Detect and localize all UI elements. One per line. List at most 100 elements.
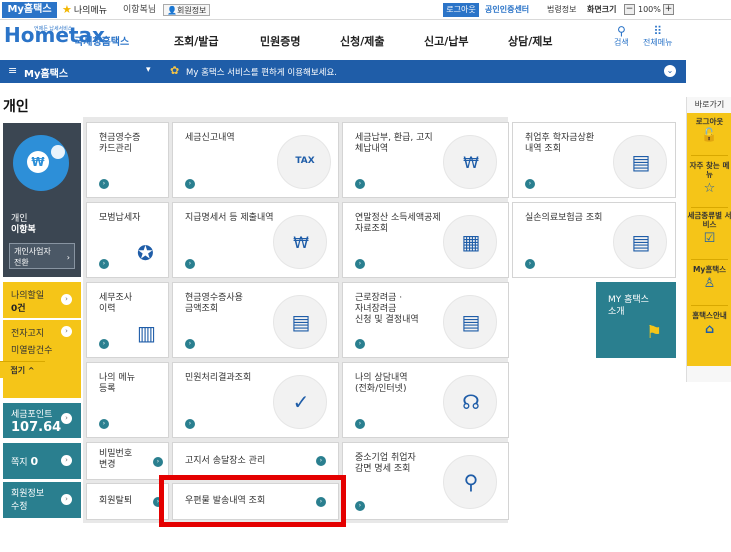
quick-tax-services[interactable]: 세금종류별 서비스 ☑ bbox=[687, 211, 731, 246]
tile-label: 실손의료보험금 조회 bbox=[525, 213, 603, 223]
quick-menu-header: 바로가기 bbox=[694, 100, 725, 109]
tile-year-end-deduction[interactable]: 연말정산 소득세액공제 자료조회 › ▦ bbox=[342, 202, 509, 278]
tile-model-taxpayer[interactable]: 모범납세자 › ✪ bbox=[86, 202, 169, 278]
chevron-right-icon: › bbox=[66, 253, 70, 262]
open-book-icon: ▤ bbox=[443, 295, 497, 349]
legal-info-link[interactable]: 법령정보 bbox=[547, 3, 576, 17]
dropdown-arrow-icon[interactable]: ▾ bbox=[146, 65, 151, 75]
star-icon: ★ bbox=[62, 3, 72, 16]
profile-card: ₩ 개인 이항복 개인사업자 전환 › bbox=[3, 123, 81, 277]
tile-cash-receipt-amount[interactable]: 현금영수증사용 금액조회 › ▤ bbox=[172, 282, 339, 358]
medal-icon: ✪ bbox=[137, 241, 154, 265]
tile-withdraw-membership[interactable]: 회원탈퇴 › bbox=[86, 483, 169, 520]
tile-label: 비밀번호 변경 bbox=[99, 449, 133, 470]
tile-label: 세무조사 이력 bbox=[99, 293, 133, 314]
tile-payment-statement[interactable]: 지급명세서 등 제출내역 › ₩ bbox=[172, 202, 339, 278]
tile-earned-income-credit[interactable]: 근로장려금 · 자녀장려금 신청 및 결정내역 › ▤ bbox=[342, 282, 509, 358]
tax-points-box[interactable]: 세금포인트 107.64 › bbox=[3, 403, 81, 438]
tile-register-my-menu[interactable]: 나의 메뉴 등록 › bbox=[86, 362, 169, 438]
nav-report-pay[interactable]: 신고/납부 bbox=[424, 33, 469, 49]
e-bill-box[interactable]: 전자고지 미열람건수 0 건 › bbox=[3, 320, 81, 398]
todo-box[interactable]: 나의할일 0건 › bbox=[3, 282, 81, 318]
chevron-right-icon: › bbox=[185, 419, 195, 429]
tile-cash-receipt-card[interactable]: 현금영수증 카드관리 › bbox=[86, 122, 169, 198]
cert-center-link[interactable]: 공인인증센터 bbox=[485, 3, 529, 17]
checkbox-icon: ☑ bbox=[703, 231, 716, 246]
zoom-label: 화면크기 bbox=[587, 5, 617, 14]
member-edit-box[interactable]: 회원정보 수정 › bbox=[3, 482, 81, 518]
quick-hometax-guide[interactable]: 홈택스안내 ⌂ bbox=[687, 311, 731, 337]
main-header: Hometax 언제든 납세서비스 국세청홈택스 조회/발급 민원증명 신청/제… bbox=[0, 21, 731, 59]
nav-consult[interactable]: 상담/제보 bbox=[508, 33, 553, 49]
open-book-icon: ▤ bbox=[613, 135, 667, 189]
quick-logout[interactable]: 로그아웃 🔓 bbox=[687, 117, 731, 143]
won-document-icon: ₩ bbox=[273, 215, 327, 269]
won-coin-icon: ₩ bbox=[27, 151, 49, 173]
zoom-out-button[interactable]: − bbox=[624, 4, 635, 15]
notes-box[interactable]: 쪽지 0 › bbox=[3, 443, 81, 479]
logout-button[interactable]: 로그아웃 bbox=[443, 3, 479, 17]
zoom-value: 100% bbox=[638, 5, 661, 14]
user-name: 이항복님 bbox=[123, 5, 157, 15]
tile-civil-result[interactable]: 민원처리결과조회 › ✓ bbox=[172, 362, 339, 438]
quick-menu-body: 로그아웃 🔓 자주 찾는 메뉴 ☆ 세금종류별 서비스 ☑ My홈택스 ♙ 홈택스안내 ⌂ bbox=[687, 113, 731, 366]
nav-application[interactable]: 신청/제출 bbox=[340, 33, 385, 49]
search-button[interactable]: ⚲ 검색 bbox=[614, 25, 629, 48]
chevron-right-icon: › bbox=[99, 179, 109, 189]
tile-tax-audit-history[interactable]: 세무조사 이력 › ▥ bbox=[86, 282, 169, 358]
chevron-right-icon: › bbox=[61, 455, 72, 466]
tile-label: 중소기업 취업자 감면 명세 조회 bbox=[355, 453, 416, 474]
switch-btn-line1: 개인사업자 bbox=[14, 247, 51, 256]
tile-label: 취업후 학자금상환 내역 조회 bbox=[525, 133, 595, 154]
home-icon: ⌂ bbox=[704, 322, 715, 337]
chevron-right-icon: › bbox=[355, 501, 365, 511]
switch-business-button[interactable]: 개인사업자 전환 › bbox=[9, 243, 75, 269]
profile-name: 이항복 bbox=[11, 225, 36, 235]
tile-label: 회원탈퇴 bbox=[99, 496, 133, 506]
tile-my-hometax-intro[interactable]: MY 홈택스 소개 ⚑ bbox=[596, 282, 676, 358]
chevron-down-icon[interactable]: ⌄ bbox=[664, 65, 676, 77]
receipt-icon: ▤ bbox=[273, 295, 327, 349]
grid-icon: ⠿ bbox=[653, 24, 663, 38]
search-icon: ⚲ bbox=[616, 24, 626, 38]
chevron-right-icon: › bbox=[61, 326, 72, 337]
tile-label: 나의 메뉴 등록 bbox=[99, 373, 135, 394]
page-title: 개인 bbox=[3, 99, 29, 115]
chevron-right-icon: › bbox=[61, 494, 72, 505]
tile-sme-reduction[interactable]: 중소기업 취업자 감면 명세 조회 › ⚲ bbox=[342, 442, 509, 520]
tile-change-password[interactable]: 비밀번호 변경 › bbox=[86, 442, 169, 480]
chevron-right-icon: › bbox=[99, 419, 109, 429]
tile-label: 연말정산 소득세액공제 자료조회 bbox=[355, 213, 441, 234]
tile-tax-filing-history[interactable]: 세금신고내역 › TAX bbox=[172, 122, 339, 198]
tile-label: 현금영수증 카드관리 bbox=[99, 133, 141, 154]
quick-frequent-menu[interactable]: 자주 찾는 메뉴 ☆ bbox=[687, 161, 731, 196]
nav-inquiry[interactable]: 조회/발급 bbox=[174, 33, 219, 49]
tile-medical-insurance[interactable]: 실손의료보험금 조회 › ▤ bbox=[512, 202, 676, 278]
all-menu-button[interactable]: ⠿ 전체메뉴 bbox=[643, 25, 672, 48]
switch-btn-line2: 전환 bbox=[14, 258, 29, 267]
face-icon bbox=[51, 145, 65, 159]
zoom-in-button[interactable]: + bbox=[663, 4, 674, 15]
tile-tax-payment-refund[interactable]: 세금납부, 환급, 고지 체납내역 › ₩ bbox=[342, 122, 509, 198]
tile-label: 모범납세자 bbox=[99, 213, 141, 223]
favorites-link[interactable]: ★ 나의메뉴 bbox=[62, 2, 107, 18]
chevron-right-icon: › bbox=[185, 259, 195, 269]
tile-label: 세금신고내역 bbox=[185, 133, 235, 143]
strip-title[interactable]: My홈택스 bbox=[24, 65, 68, 80]
document-search-icon: ▤ bbox=[613, 215, 667, 269]
chevron-right-icon: › bbox=[525, 259, 535, 269]
tile-label: 나의 상담내역 (전화/인터넷) bbox=[355, 373, 408, 394]
hamburger-icon[interactable]: ≡ bbox=[8, 64, 17, 77]
nav-certificate[interactable]: 민원증명 bbox=[260, 33, 300, 49]
member-info-label: 회원정보 bbox=[176, 6, 207, 15]
highlight-box bbox=[159, 475, 346, 527]
tile-student-loan[interactable]: 취업후 학자금상환 내역 조회 › ▤ bbox=[512, 122, 676, 198]
tile-consult-history[interactable]: 나의 상담내역 (전화/인터넷) › ☊ bbox=[342, 362, 509, 438]
my-hometax-tab[interactable]: My홈택스 bbox=[2, 2, 57, 18]
member-info-button[interactable]: 👤회원정보 bbox=[163, 4, 211, 16]
spreadsheet-icon: ▦ bbox=[443, 215, 497, 269]
quick-menu-close[interactable]: 접기 ^ bbox=[0, 361, 45, 378]
quick-my-hometax[interactable]: My홈택스 ♙ bbox=[687, 265, 731, 291]
profile-illustration: ₩ bbox=[13, 135, 69, 191]
won-coin-icon: ₩ bbox=[443, 135, 497, 189]
